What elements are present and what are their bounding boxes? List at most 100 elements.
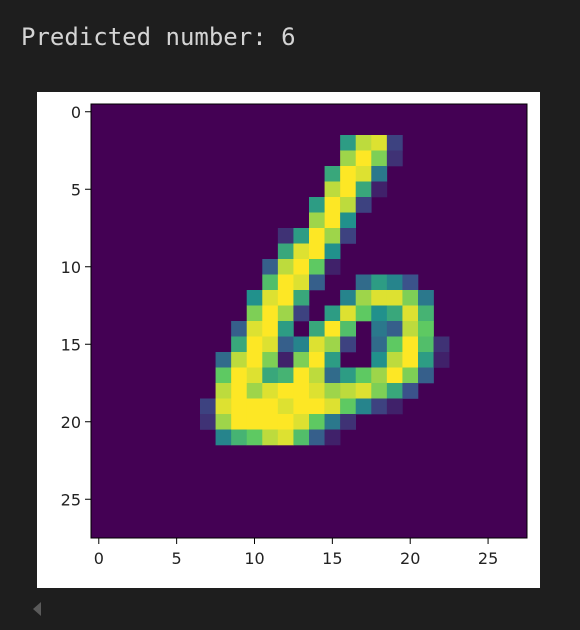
heatmap-pixel: [262, 321, 279, 337]
heatmap-pixel: [309, 336, 325, 353]
heatmap-pixel: [293, 336, 310, 353]
heatmap-pixel: [293, 228, 310, 244]
heatmap-pixel: [293, 398, 310, 415]
heatmap-pixel: [386, 367, 403, 384]
heatmap-pixel: [309, 352, 325, 368]
heatmap-pixel: [262, 274, 279, 291]
heatmap-pixel: [355, 383, 372, 399]
heatmap-pixel: [215, 352, 232, 368]
heatmap-pixel: [309, 259, 325, 275]
y-tick-label: 0: [71, 103, 81, 122]
heatmap-pixel: [293, 305, 310, 322]
heatmap-pixel: [402, 383, 419, 399]
heatmap-pixel: [277, 429, 294, 446]
heatmap-pixel: [386, 150, 403, 167]
heatmap-pixel: [231, 429, 248, 446]
heatmap-pixel: [324, 429, 341, 446]
heatmap-pixel: [324, 383, 341, 399]
heatmap-pixel: [355, 305, 372, 322]
heatmap-pixel: [371, 383, 388, 399]
heatmap-pixel: [340, 150, 357, 167]
heatmap-pixel: [277, 321, 294, 337]
heatmap-pixel: [324, 336, 341, 353]
heatmap-pixel: [246, 290, 263, 306]
prediction-output: Predicted number: 6: [21, 22, 296, 52]
x-axis: 0 5 10 15 20 25: [94, 538, 498, 568]
heatmap-pixel: [277, 398, 294, 415]
heatmap-pixel: [340, 212, 357, 229]
heatmap-pixel: [340, 135, 357, 151]
scroll-left-arrow-icon[interactable]: [33, 602, 41, 616]
heatmap-pixel: [215, 429, 232, 446]
heatmap-pixel: [309, 197, 325, 213]
y-tick-label: 25: [61, 490, 81, 509]
heatmap-pixel: [402, 290, 419, 306]
heatmap-pixel: [340, 290, 357, 306]
heatmap-pixel: [418, 352, 434, 368]
heatmap-pixel: [309, 212, 325, 229]
heatmap-pixel: [324, 181, 341, 198]
heatmap-pixel: [215, 367, 232, 384]
heatmap-pixel: [355, 398, 372, 415]
heatmap-pixel: [324, 398, 341, 415]
heatmap-pixel: [277, 228, 294, 244]
heatmap-pixel: [309, 398, 325, 415]
heatmap-pixel: [324, 367, 341, 384]
heatmap-pixel: [262, 290, 279, 306]
heatmap-pixel: [277, 414, 294, 430]
heatmap-pixel: [355, 166, 372, 182]
heatmap-pixel: [277, 259, 294, 275]
heatmap-pixel: [340, 414, 357, 430]
heatmap-pixel: [386, 290, 403, 306]
heatmap-pixel: [277, 383, 294, 399]
heatmap-pixel: [246, 398, 263, 415]
heatmap-pixel: [293, 367, 310, 384]
heatmap-pixel: [418, 321, 434, 337]
heatmap-pixel: [246, 321, 263, 337]
heatmap-pixel: [340, 383, 357, 399]
heatmap-pixel: [309, 429, 325, 446]
heatmap-pixel: [309, 274, 325, 291]
x-tick-label: 5: [172, 549, 182, 568]
prediction-label: Predicted number:: [21, 23, 267, 51]
heatmap-pixel: [402, 352, 419, 368]
heatmap-pixel: [262, 414, 279, 430]
heatmap-pixel: [293, 383, 310, 399]
heatmap-pixel: [324, 197, 341, 213]
heatmap-pixel: [402, 305, 419, 322]
heatmap-pixel: [262, 398, 279, 415]
heatmap-pixel: [386, 321, 403, 337]
heatmap-pixel: [309, 383, 325, 399]
heatmap-pixel: [231, 367, 248, 384]
digit-image-figure: 0 5 10 15 20 25 0 5 10 15 20 25: [37, 92, 540, 588]
heatmap-pixel: [402, 321, 419, 337]
heatmap-pixel: [324, 305, 341, 322]
heatmap-pixel: [293, 290, 310, 306]
heatmap-pixel: [277, 352, 294, 368]
heatmap-pixel: [293, 414, 310, 430]
heatmap-pixel: [309, 321, 325, 337]
heatmap-pixel: [371, 290, 388, 306]
heatmap-pixel: [246, 336, 263, 353]
heatmap-pixel: [200, 414, 216, 430]
heatmap-pixel: [355, 367, 372, 384]
heatmap-pixel: [277, 367, 294, 384]
heatmap-pixel: [277, 336, 294, 353]
x-tick-label: 10: [244, 549, 264, 568]
heatmap-pixel: [277, 290, 294, 306]
heatmap-pixel: [246, 352, 263, 368]
heatmap-pixel: [262, 367, 279, 384]
heatmap-pixel: [262, 429, 279, 446]
heatmap-pixel: [340, 367, 357, 384]
y-tick-label: 10: [61, 258, 81, 277]
heatmap-pixel: [386, 305, 403, 322]
heatmap-pixel: [386, 135, 403, 151]
x-tick-label: 20: [400, 549, 420, 568]
heatmap-pixel: [386, 336, 403, 353]
heatmap-pixel: [324, 352, 341, 368]
heatmap-pixel: [324, 321, 341, 337]
heatmap-pixel: [262, 336, 279, 353]
y-axis: 0 5 10 15 20 25: [61, 103, 91, 509]
heatmap-pixel: [340, 398, 357, 415]
heatmap-pixel: [371, 305, 388, 322]
